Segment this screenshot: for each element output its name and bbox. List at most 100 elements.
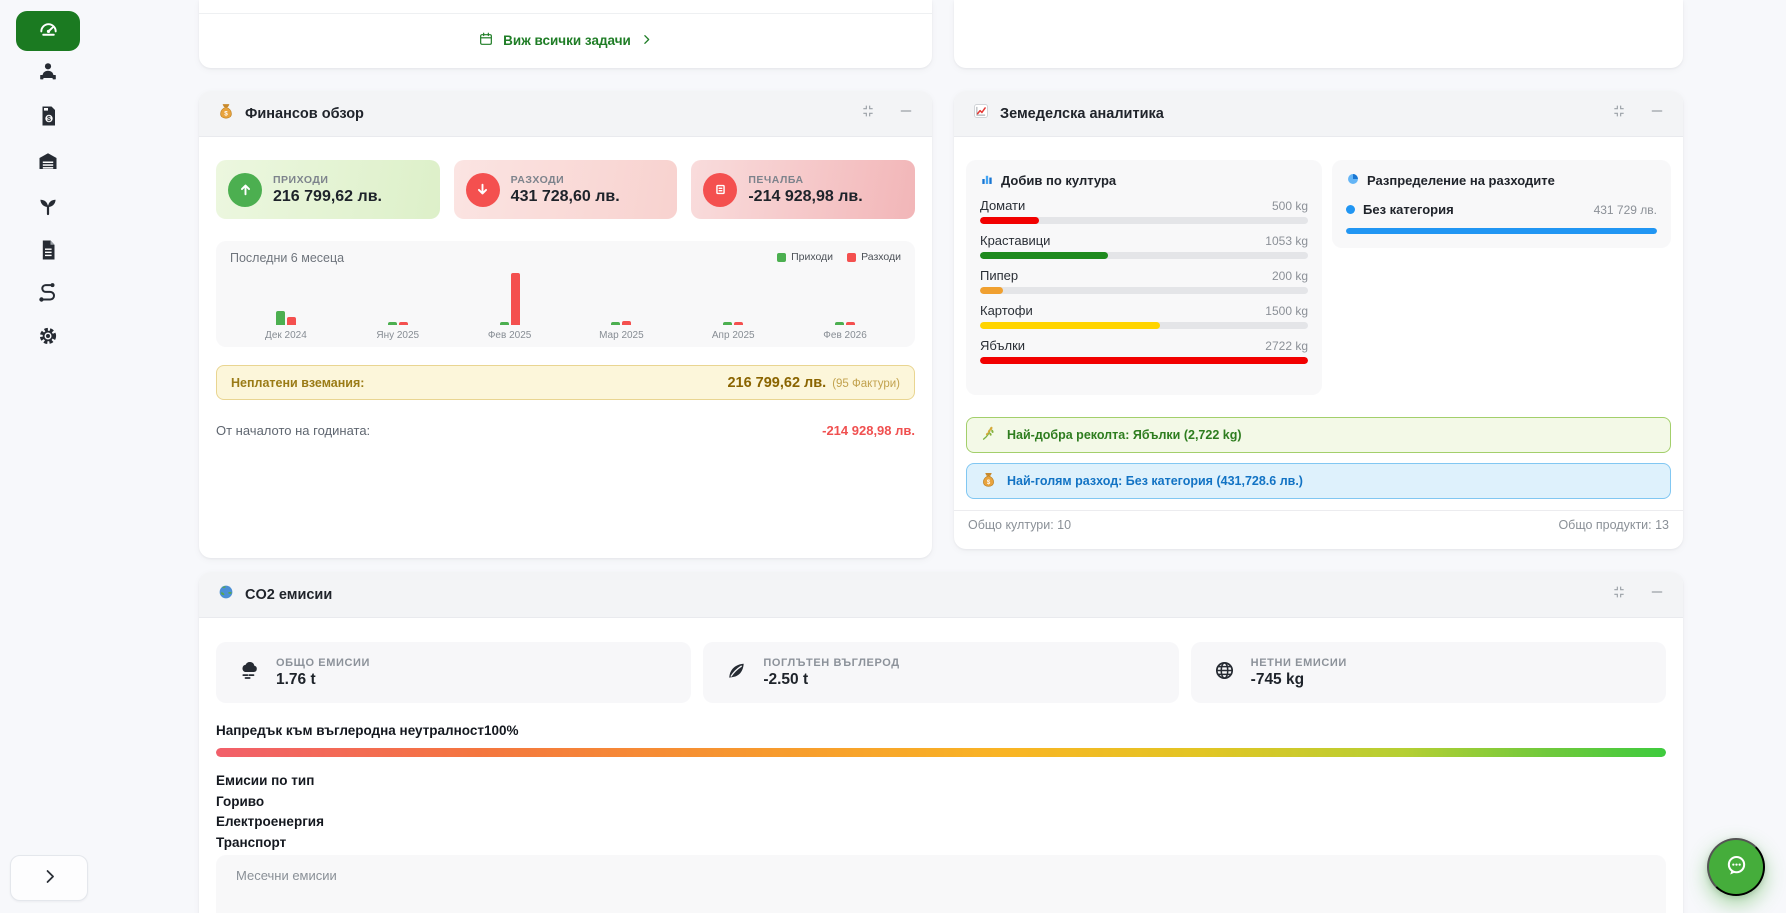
tasks-card: Виж всички задачи <box>199 0 932 68</box>
money-bag-icon: $ <box>217 102 235 125</box>
bar-group <box>789 269 901 325</box>
absorbed-carbon-value: -2.50 t <box>763 671 899 689</box>
finance-stat-chips: ПРИХОДИ 216 799,62 лв. РАЗХОДИ 431 728,6… <box>216 160 915 219</box>
sidebar-item-employees[interactable] <box>36 62 60 86</box>
unpaid-value: 216 799,62 лв. <box>727 375 826 391</box>
gear-icon <box>36 324 60 353</box>
co2-card-header: CO2 емисии <box>199 572 1683 618</box>
crop-row: Картофи1500 kg <box>980 303 1308 329</box>
monthly-emissions-panel: Месечни емисии <box>216 855 1666 913</box>
bar-chart-icon <box>980 172 994 189</box>
agro-card-title: Земеделска аналитика <box>1000 106 1164 122</box>
total-crops: Общо култури: 10 <box>968 518 1071 532</box>
expense-label: РАЗХОДИ <box>511 174 620 186</box>
svg-text:$: $ <box>224 111 228 118</box>
bar-group <box>230 269 342 325</box>
chat-button[interactable] <box>1707 838 1765 896</box>
sidebar-item-invoices[interactable]: $ <box>36 106 60 130</box>
biggest-expense-banner: $ Най-голям разход: Без категория (431,7… <box>966 463 1671 499</box>
agro-card-header: Земеделска аналитика <box>954 91 1683 137</box>
crop-progress <box>980 357 1308 364</box>
agro-analytics-card: Земеделска аналитика Добив по култура До… <box>954 91 1683 549</box>
chevron-right-icon <box>40 867 59 889</box>
agro-totals-footer: Общо култури: 10 Общо продукти: 13 <box>968 518 1669 532</box>
chat-bubble-icon <box>1723 852 1750 882</box>
document-icon <box>36 238 60 267</box>
year-to-date-row: От началото на годината: -214 928,98 лв. <box>216 423 915 438</box>
sidebar-item-dashboard[interactable] <box>16 11 80 51</box>
co2-card-controls <box>1611 584 1665 605</box>
total-emissions-value: 1.76 t <box>276 671 370 689</box>
collapse-icon[interactable] <box>1611 103 1627 124</box>
dashboard-gauge-icon <box>37 17 60 45</box>
bar-group <box>342 269 454 325</box>
emissions-by-type-title: Емисии по тип <box>216 771 324 792</box>
expense-distribution-panel: Разпределение на разходите Без категория… <box>1332 160 1671 248</box>
sidebar-item-routes[interactable] <box>36 283 60 307</box>
bar-group <box>677 269 789 325</box>
svg-text:$: $ <box>47 116 51 123</box>
legend-expense-swatch <box>847 253 856 262</box>
co2-stats-row: ОБЩО ЕМИСИИ 1.76 t ПОГЛЪТЕН ВЪГЛЕРОД -2.… <box>216 642 1666 703</box>
income-value: 216 799,62 лв. <box>273 188 382 206</box>
expense-value: 431 728,60 лв. <box>511 188 620 206</box>
collapse-icon[interactable] <box>860 103 876 124</box>
arrow-down-icon <box>466 173 500 207</box>
category-dot-icon <box>1346 205 1355 214</box>
progress-percent: 100% <box>484 723 519 738</box>
yield-by-crop-panel: Добив по култура Домати500 kg Краставици… <box>966 160 1322 395</box>
crop-row: Пипер200 kg <box>980 268 1308 294</box>
calendar-icon <box>478 31 494 50</box>
employees-icon <box>36 60 60 89</box>
crop-progress <box>980 217 1039 224</box>
route-icon <box>36 281 60 310</box>
bar-chart <box>230 269 901 325</box>
legend-income-swatch <box>777 253 786 262</box>
minimize-icon[interactable] <box>1649 584 1665 605</box>
legend-income: Приходи <box>777 251 833 263</box>
minimize-icon[interactable] <box>898 103 914 124</box>
money-bag-icon: $ <box>980 471 997 491</box>
bar-group <box>565 269 677 325</box>
sidebar-item-warehouse[interactable] <box>36 151 60 175</box>
net-emissions-stat: НЕТНИ ЕМИСИИ -745 kg <box>1191 642 1666 703</box>
collapse-icon[interactable] <box>1611 584 1627 605</box>
unpaid-invoice-count: (95 Фактури) <box>832 378 900 390</box>
unpaid-label: Неплатени вземания: <box>231 376 364 390</box>
leaf-icon <box>725 659 748 687</box>
crop-row: Краставици1053 kg <box>980 233 1308 259</box>
expense-stat-chip: РАЗХОДИ 431 728,60 лв. <box>454 160 678 219</box>
profit-value: -214 928,98 лв. <box>748 188 862 206</box>
finance-card-header: $ Финансов обзор <box>199 91 932 137</box>
sidebar-item-settings[interactable] <box>36 326 60 350</box>
invoice-icon: $ <box>36 104 60 133</box>
dashboard-page: $ Виж всички задачи <box>0 0 1786 913</box>
wheat-icon <box>980 425 997 445</box>
best-harvest-text: Най-добра реколта: Ябълки (2,722 kg) <box>1007 428 1242 442</box>
expense-item: Без категория 431 729 лв. <box>1346 202 1657 217</box>
expense-panel-title: Разпределение на разходите <box>1346 172 1657 189</box>
minimize-icon[interactable] <box>1649 103 1665 124</box>
globe-icon <box>217 583 235 606</box>
income-label: ПРИХОДИ <box>273 174 382 186</box>
receipt-icon <box>703 173 737 207</box>
ytd-label: От началото на годината: <box>216 423 370 438</box>
crop-progress <box>980 322 1160 329</box>
best-harvest-banner: Най-добра реколта: Ябълки (2,722 kg) <box>966 417 1671 453</box>
legend-expense: Разходи <box>847 251 901 263</box>
crop-row: Ябълки2722 kg <box>980 338 1308 364</box>
total-emissions-label: ОБЩО ЕМИСИИ <box>276 657 370 669</box>
emission-type-transport: Транспорт <box>216 833 324 854</box>
total-products: Общо продукти: 13 <box>1558 518 1669 532</box>
carbon-neutral-progress-bar <box>216 748 1666 757</box>
finance-card-controls <box>860 103 914 124</box>
month-labels: Дек 2024 Яну 2025 Фев 2025 Мар 2025 Апр … <box>230 330 901 341</box>
view-all-tasks-link[interactable]: Виж всички задачи <box>199 13 932 68</box>
finance-chart-panel: Последни 6 месеца Приходи Разходи Дек 20… <box>216 241 915 347</box>
profit-label: ПЕЧАЛБА <box>748 174 862 186</box>
unpaid-receivables-banner: Неплатени вземания: 216 799,62 лв. (95 Ф… <box>216 365 915 400</box>
sidebar-expand-button[interactable] <box>10 855 88 901</box>
sidebar-item-crops[interactable] <box>36 195 60 219</box>
co2-emissions-card: CO2 емисии ОБЩО ЕМИСИИ 1.76 t ПОГЛЪТЕН В… <box>199 572 1683 913</box>
sidebar-item-documents[interactable] <box>36 240 60 264</box>
